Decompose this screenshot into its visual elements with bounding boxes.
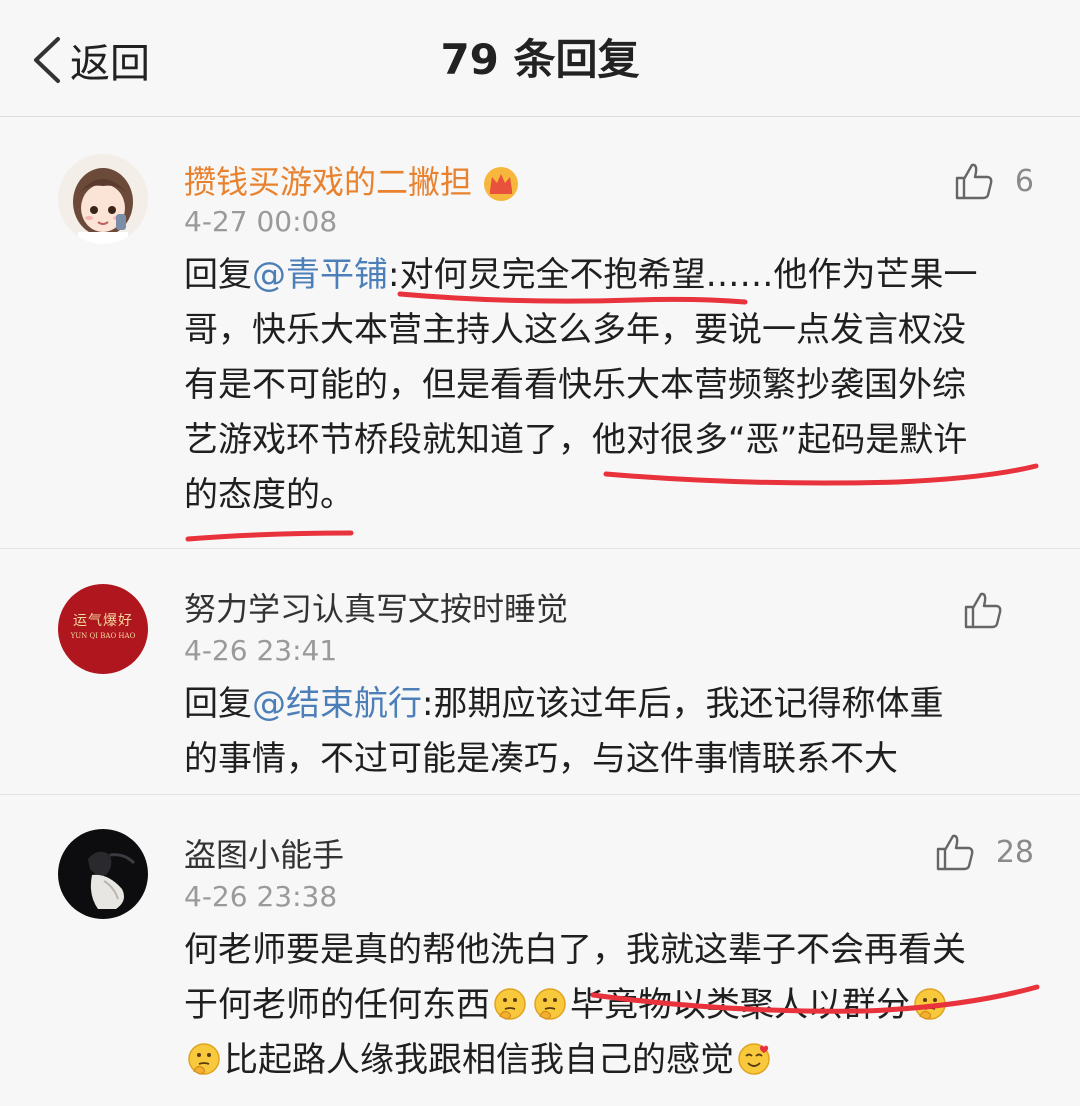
like-button[interactable]: 28 [934, 831, 1034, 873]
thumbs-up-icon [964, 592, 1002, 629]
thinking-emoji-icon [494, 988, 526, 1020]
username-text: 攒钱买游戏的二撇担 [184, 163, 473, 201]
thumbs-up-icon [955, 163, 993, 200]
text-line: :对何炅完全不抱希望……他作为芒果一 [388, 255, 978, 295]
text-line: :那期应该过年后，我还记得称体重 [422, 684, 944, 724]
text-line: 比起路人缘我跟相信我自己的感觉 [224, 1040, 734, 1080]
comment-text: 回复@结束航行:那期应该过年后，我还记得称体重 的事情，不过可能是凑巧，与这件事… [184, 677, 1034, 787]
timestamp: 4-26 23:38 [184, 880, 338, 913]
thinking-emoji-icon [188, 1043, 220, 1075]
red-underline-mark [185, 530, 354, 542]
avatar[interactable] [58, 829, 148, 919]
comment-item: 盗图小能手 4-26 23:38 28 何老师要是真的帮他洗白了，我就这辈子不会… [0, 795, 1080, 1106]
page-title: 79 条回复 [440, 35, 640, 84]
thumbs-up-icon [936, 834, 974, 871]
text-line: 毕竟物以类聚人以群分 [570, 985, 910, 1025]
reply-prefix: 回复 [184, 255, 252, 295]
text-line: 于何老师的任何东西 [184, 985, 490, 1025]
smiling-hearts-emoji-icon [738, 1043, 770, 1075]
timestamp: 4-26 23:41 [184, 634, 338, 667]
vip-crown-icon [484, 167, 519, 201]
reply-list: 攒钱买游戏的二撇担 4-27 00:08 6 回复@青平铺:对何炅完全不抱希望…… [0, 118, 1080, 1106]
mention-link[interactable]: @结束航行 [252, 684, 422, 724]
reply-prefix: 回复 [184, 684, 252, 724]
dark-figure-avatar-image [58, 829, 148, 919]
thinking-emoji-icon [914, 988, 946, 1020]
text-line: 艺游戏环节桥段就知道了，他对很多“恶”起码是默许 [184, 420, 968, 460]
thinking-emoji-icon [534, 988, 566, 1020]
like-count: 6 [1014, 163, 1034, 199]
comment-text: 何老师要是真的帮他洗白了，我就这辈子不会再看关 于何老师的任何东西 毕竟物以类聚人… [184, 923, 1034, 1088]
comment-text: 回复@青平铺:对何炅完全不抱希望……他作为芒果一 哥，快乐大本营主持人这么多年，… [184, 248, 1034, 523]
text-line: 何老师要是真的帮他洗白了，我就这辈子不会再看关 [184, 930, 966, 970]
nav-bar: 返回 79 条回复 [0, 0, 1080, 117]
like-button[interactable] [962, 589, 1034, 631]
comment-item: 攒钱买游戏的二撇担 4-27 00:08 6 回复@青平铺:对何炅完全不抱希望…… [0, 118, 1080, 549]
like-button[interactable]: 6 [953, 160, 1034, 202]
text-line: 有是不可能的，但是看看快乐大本营频繁抄袭国外综 [184, 365, 966, 405]
username[interactable]: 努力学习认真写文按时睡觉 [184, 587, 568, 631]
avatar-text: 运气爆好 [73, 613, 133, 629]
mention-link[interactable]: @青平铺 [252, 255, 388, 295]
cartoon-girl-avatar-image [58, 154, 148, 244]
text-line: 的事情，不过可能是凑巧，与这件事情联系不大 [184, 739, 898, 779]
avatar[interactable] [58, 154, 148, 244]
avatar-subtext: YUN QI BAO HAO [70, 632, 136, 640]
text-line: 哥，快乐大本营主持人这么多年，要说一点发言权没 [184, 310, 966, 350]
username[interactable]: 攒钱买游戏的二撇担 [184, 160, 520, 204]
text-line: 的态度的。 [184, 475, 354, 515]
comment-item: 运气爆好 YUN QI BAO HAO 努力学习认真写文按时睡觉 4-26 23… [0, 549, 1080, 795]
timestamp: 4-27 00:08 [184, 205, 338, 238]
avatar[interactable]: 运气爆好 YUN QI BAO HAO [58, 584, 148, 674]
like-count: 28 [995, 834, 1034, 870]
username[interactable]: 盗图小能手 [184, 833, 344, 877]
